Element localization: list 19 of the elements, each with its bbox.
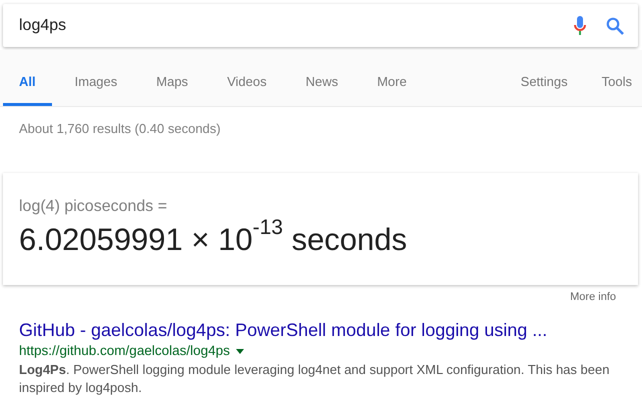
- search-tab[interactable]: News: [290, 50, 354, 106]
- result-stats: About 1,760 results (0.40 seconds): [19, 121, 221, 136]
- search-tab[interactable]: Videos: [211, 50, 283, 106]
- search-tab[interactable]: Images: [58, 50, 134, 106]
- caret-icon[interactable]: [236, 348, 244, 354]
- microphone-icon[interactable]: [574, 16, 586, 36]
- search-tab[interactable]: All: [3, 50, 52, 106]
- search-field[interactable]: log4ps: [3, 4, 638, 47]
- search-tab[interactable]: More: [361, 50, 423, 106]
- conversion-query: log(4) picoseconds =: [19, 198, 168, 216]
- result-url: https://github.com/gaelcolas/log4ps: [19, 342, 230, 360]
- result-title-link[interactable]: GitHub - gaelcolas/log4ps: PowerShell module for logging using ...: [19, 319, 548, 341]
- search-input[interactable]: log4ps: [19, 16, 574, 34]
- option-link[interactable]: Settings: [520, 50, 568, 106]
- search-tab[interactable]: Maps: [140, 50, 204, 106]
- search-icon[interactable]: [606, 16, 624, 34]
- more-info-link[interactable]: More info: [570, 291, 616, 303]
- result-snippet: Log4Ps. PowerShell logging module leveraging log4net and support XML configuration. This has been inspired by log4posh.: [19, 361, 610, 397]
- option-link[interactable]: Tools: [602, 50, 632, 106]
